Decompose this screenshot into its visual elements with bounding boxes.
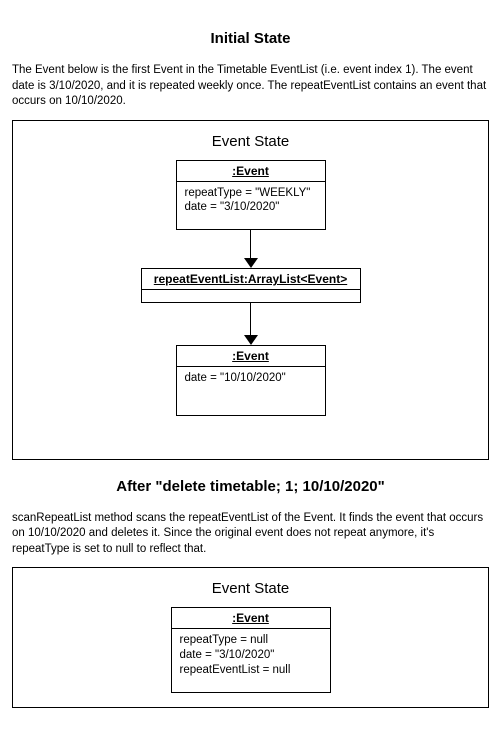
- uml-event-bottom-body: date = "10/10/2020": [177, 367, 325, 415]
- event-after-line2: date = "3/10/2020": [180, 648, 322, 663]
- event-bottom-line1: date = "10/10/2020": [185, 371, 317, 386]
- frame2-title: Event State: [23, 580, 478, 597]
- repeat-event-list-header: repeatEventList:ArrayList<Event>: [142, 269, 360, 290]
- frame1-title: Event State: [23, 133, 478, 150]
- section1-title: Initial State: [12, 30, 489, 47]
- uml-stack-1: :Event repeatType = "WEEKLY" date = "3/1…: [23, 160, 478, 417]
- uml-event-after-header: :Event: [172, 608, 330, 629]
- uml-event-after: :Event repeatType = null date = "3/10/20…: [171, 607, 331, 693]
- event-top-line2: date = "3/10/2020": [185, 200, 317, 215]
- uml-event-bottom: :Event date = "10/10/2020": [176, 345, 326, 416]
- event-after-line1: repeatType = null: [180, 633, 322, 648]
- section1-desc: The Event below is the first Event in th…: [12, 63, 489, 110]
- arrow-2-line: [250, 303, 251, 335]
- uml-event-after-body: repeatType = null date = "3/10/2020" rep…: [172, 629, 330, 692]
- uml-event-top: :Event repeatType = "WEEKLY" date = "3/1…: [176, 160, 326, 231]
- frame-after-delete: Event State :Event repeatType = null dat…: [12, 567, 489, 708]
- frame-initial-state: Event State :Event repeatType = "WEEKLY"…: [12, 120, 489, 460]
- section2-title: After "delete timetable; 1; 10/10/2020": [12, 478, 489, 495]
- uml-event-top-body: repeatType = "WEEKLY" date = "3/10/2020": [177, 182, 325, 230]
- uml-repeat-event-list: repeatEventList:ArrayList<Event>: [141, 268, 361, 303]
- arrow-down-icon: [244, 258, 258, 268]
- uml-event-bottom-header: :Event: [177, 346, 325, 367]
- event-top-line1: repeatType = "WEEKLY": [185, 186, 317, 201]
- uml-event-top-header: :Event: [177, 161, 325, 182]
- arrow-1-line: [250, 230, 251, 258]
- arrow-down-icon: [244, 335, 258, 345]
- section2-desc: scanRepeatList method scans the repeatEv…: [12, 511, 489, 558]
- arrow-1: [244, 230, 258, 268]
- repeat-event-list-slot: [142, 290, 360, 302]
- arrow-2: [244, 303, 258, 345]
- uml-stack-2: :Event repeatType = null date = "3/10/20…: [23, 607, 478, 693]
- event-after-line3: repeatEventList = null: [180, 663, 322, 678]
